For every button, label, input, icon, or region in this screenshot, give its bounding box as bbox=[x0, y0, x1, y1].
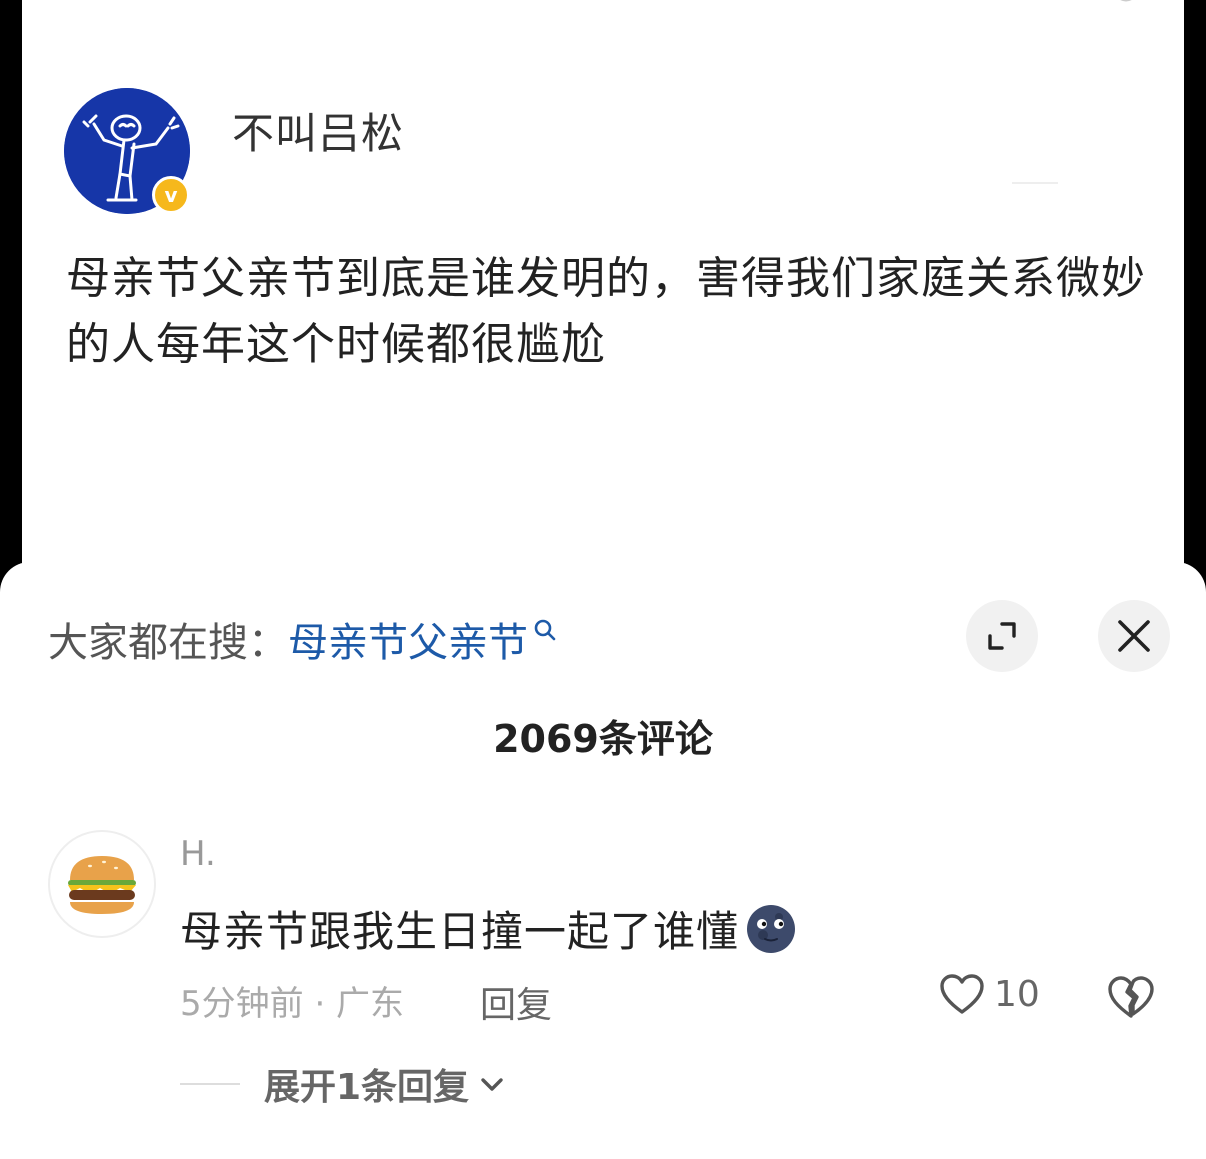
comment-sheet: 大家都在搜： 母亲节父亲节 2069条评论 H. 母亲节跟我生日撞一起了谁懂 5… bbox=[0, 562, 1206, 1159]
new-moon-face-icon bbox=[747, 904, 796, 953]
search-icon[interactable] bbox=[1106, 0, 1146, 12]
broken-heart-icon[interactable] bbox=[1106, 974, 1156, 1020]
close-button[interactable] bbox=[1098, 600, 1170, 672]
close-icon bbox=[1118, 620, 1150, 652]
burger-icon bbox=[68, 856, 136, 914]
commenter-avatar[interactable] bbox=[48, 830, 156, 938]
heart-icon bbox=[940, 974, 984, 1014]
trending-search[interactable]: 大家都在搜： 母亲节父亲节 bbox=[48, 610, 558, 668]
expand-replies-button[interactable]: 展开1条回复 bbox=[180, 1058, 505, 1110]
verified-badge: v bbox=[152, 176, 190, 214]
author-name[interactable]: 不叫吕松 bbox=[232, 100, 404, 161]
post-text: 母亲节父亲节到底是谁发明的，害得我们家庭关系微妙的人每年这个时候都很尴尬 bbox=[66, 253, 1146, 370]
search-icon bbox=[534, 619, 556, 641]
comment-count: 2069条评论 bbox=[493, 717, 713, 761]
comment-body: 母亲节跟我生日撞一起了谁懂 bbox=[180, 907, 740, 956]
expand-replies-label: 展开1条回复 bbox=[264, 1067, 470, 1108]
commenter-name[interactable]: H. bbox=[180, 834, 216, 874]
comment-meta: 5分钟前 · 广东 bbox=[180, 984, 405, 1024]
comment-text: 母亲节跟我生日撞一起了谁懂 bbox=[180, 898, 797, 959]
like-button[interactable]: 10 bbox=[938, 972, 1040, 1016]
like-count: 10 bbox=[994, 973, 1040, 1015]
chevron-down-icon bbox=[481, 1078, 503, 1091]
expand-icon bbox=[988, 622, 1016, 650]
search-term-link[interactable]: 母亲节父亲节 bbox=[288, 610, 528, 668]
divider bbox=[1012, 182, 1058, 184]
search-prefix: 大家都在搜： bbox=[48, 620, 288, 666]
reply-button[interactable]: 回复 bbox=[480, 976, 552, 1028]
divider bbox=[180, 1083, 240, 1085]
expand-button[interactable] bbox=[966, 600, 1038, 672]
